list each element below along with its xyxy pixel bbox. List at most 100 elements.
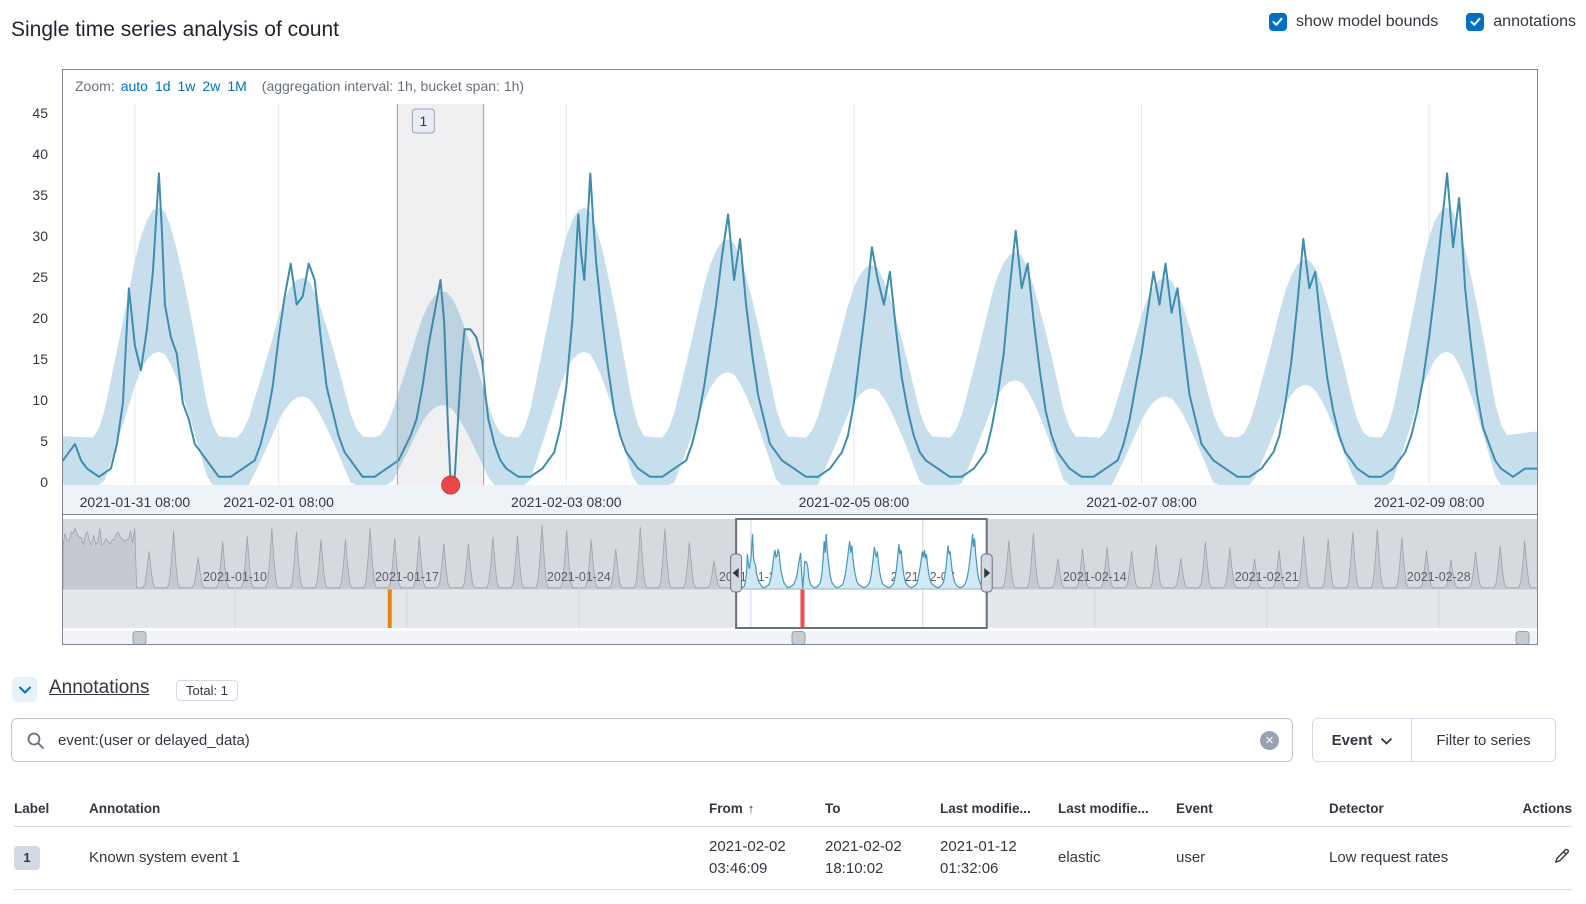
column-header-label: To — [825, 801, 841, 816]
zoom-option-auto[interactable]: auto — [121, 78, 148, 94]
column-header-last-modifie-[interactable]: Last modifie... — [1058, 801, 1176, 816]
y-tick-label: 30 — [0, 228, 48, 244]
annotation-label-badge: 1 — [14, 846, 40, 870]
annotations-search-input[interactable] — [56, 731, 1252, 750]
page-title: Single time series analysis of count — [11, 18, 339, 42]
context-tick-label: 2021-02-21 — [1235, 570, 1299, 584]
scrollbar-thumb[interactable] — [792, 632, 805, 645]
context-tick-label: 2021-02-14 — [1063, 570, 1127, 584]
column-header-label: Detector — [1329, 801, 1384, 816]
annotation-band-label-text: 1 — [419, 113, 427, 129]
annotation-text: Known system event 1 — [89, 849, 709, 866]
column-header-label: Annotation — [89, 801, 160, 816]
zoom-option-1M[interactable]: 1M — [227, 78, 246, 94]
y-tick-label: 0 — [0, 474, 48, 490]
y-tick-label: 5 — [0, 433, 48, 449]
checkbox-show-model-bounds[interactable]: show model bounds — [1269, 13, 1438, 31]
date-value: 2021-02-02 — [825, 836, 940, 858]
column-header-from[interactable]: From ↑ — [709, 801, 825, 816]
close-icon: ✕ — [1265, 734, 1274, 747]
annotations-filter-group: Event Filter to series — [1312, 718, 1556, 762]
pencil-icon — [1553, 848, 1570, 865]
time-value: 01:32:06 — [940, 858, 1058, 880]
column-header-label: Label — [14, 801, 49, 816]
zoom-label: Zoom: — [75, 78, 115, 94]
event-filter-button[interactable]: Event — [1313, 719, 1412, 761]
last_modified-cell: 2021-01-1201:32:06 — [940, 836, 1058, 880]
detector-cell: Low request rates — [1329, 849, 1504, 866]
time-series-chart[interactable]: 1 2021-01-31 08:00 2021-02-01 08:00 2021-02… — [63, 70, 1537, 644]
column-header-label: Event — [1176, 801, 1213, 816]
filter-to-series-button[interactable]: Filter to series — [1412, 719, 1555, 761]
search-icon — [26, 731, 46, 756]
column-header-label: From — [709, 801, 743, 816]
checkbox-label: annotations — [1493, 13, 1576, 31]
column-header-annotation[interactable]: Annotation — [89, 801, 709, 816]
zoom-controls: Zoom: auto1d1w2w1M (aggregation interval… — [63, 70, 524, 102]
time-value: 03:46:09 — [709, 858, 825, 880]
anomaly-marker[interactable] — [442, 476, 460, 494]
context-annotation-marker[interactable] — [800, 589, 804, 628]
checkbox-checked-icon — [1466, 13, 1484, 31]
annotations-table: Label Annotation From ↑ To Last modifie... Las… — [14, 795, 1572, 890]
column-header-label: Actions — [1522, 801, 1572, 816]
annotations-section-title[interactable]: Annotations — [49, 677, 149, 699]
context-tick-label: 2021-02-28 — [1407, 570, 1471, 584]
column-header-label: Last modifie... — [940, 801, 1031, 816]
column-header-detector[interactable]: Detector — [1329, 801, 1504, 816]
context-tick-label: 2021-01-24 — [547, 570, 611, 584]
time-value: 18:10:02 — [825, 858, 940, 880]
chevron-down-icon — [19, 682, 31, 697]
scrollbar-thumb[interactable] — [1516, 632, 1529, 645]
x-tick-label: 2021-02-07 08:00 — [1086, 494, 1197, 510]
column-header-label: Last modifie... — [1058, 801, 1149, 816]
zoom-option-2w[interactable]: 2w — [202, 78, 220, 94]
checkbox-annotations[interactable]: annotations — [1466, 13, 1576, 31]
x-tick-label: 2021-01-31 08:00 — [80, 494, 191, 510]
edit-annotation-button[interactable] — [1551, 846, 1572, 870]
checkbox-label: show model bounds — [1296, 13, 1438, 31]
column-header-last-modifie-[interactable]: Last modifie... — [940, 801, 1058, 816]
annotations-collapse-button[interactable] — [12, 677, 37, 702]
context-tick-label: 2021-01-17 — [375, 570, 439, 584]
annotations-table-body: 1Known system event 12021-02-0203:46:092… — [14, 827, 1572, 890]
zoom-option-1w[interactable]: 1w — [178, 78, 196, 94]
x-tick-label: 2021-02-01 08:00 — [223, 494, 334, 510]
annotations-search-box: ✕ — [11, 718, 1293, 762]
date-value: 2021-02-02 — [709, 836, 825, 858]
y-tick-label: 10 — [0, 392, 48, 408]
model-bounds-area — [63, 208, 1537, 486]
sort-ascending-icon: ↑ — [748, 801, 755, 816]
scrollbar-thumb[interactable] — [133, 632, 146, 645]
y-tick-label: 25 — [0, 269, 48, 285]
zoom-links: auto 1d 1w 2w 1M — [121, 78, 254, 94]
chevron-down-icon — [1381, 732, 1392, 749]
column-header-event[interactable]: Event — [1176, 801, 1329, 816]
context-tick-label: 2021-01-10 — [203, 570, 267, 584]
y-tick-label: 40 — [0, 146, 48, 162]
y-tick-label: 20 — [0, 310, 48, 326]
clear-search-button[interactable]: ✕ — [1260, 731, 1279, 750]
column-header-label[interactable]: Label — [14, 801, 89, 816]
context-annotation-marker[interactable] — [388, 589, 392, 628]
single-metric-viewer: Single time series analysis of count sho… — [0, 0, 1586, 904]
checkbox-checked-icon — [1269, 13, 1287, 31]
from-cell: 2021-02-0203:46:09 — [709, 836, 825, 880]
x-tick-label: 2021-02-03 08:00 — [511, 494, 622, 510]
column-header-to[interactable]: To — [825, 801, 940, 816]
annotations-total-badge: Total: 1 — [176, 680, 238, 701]
time-series-chart-panel: Zoom: auto1d1w2w1M (aggregation interval… — [62, 69, 1538, 645]
y-tick-label: 35 — [0, 187, 48, 203]
y-tick-label: 15 — [0, 351, 48, 367]
event-filter-label: Event — [1332, 732, 1373, 749]
column-header-actions[interactable]: Actions — [1504, 801, 1572, 816]
annotation-band[interactable] — [397, 104, 483, 485]
annotations-table-header: Label Annotation From ↑ To Last modifie... Las… — [14, 795, 1572, 827]
to-cell: 2021-02-0218:10:02 — [825, 836, 940, 880]
table-row[interactable]: 1Known system event 12021-02-0203:46:092… — [14, 827, 1572, 890]
x-tick-label: 2021-02-05 08:00 — [799, 494, 910, 510]
y-tick-label: 45 — [0, 105, 48, 121]
chart-options: show model bounds annotations — [1269, 13, 1576, 31]
zoom-option-1d[interactable]: 1d — [155, 78, 171, 94]
date-value: 2021-01-12 — [940, 836, 1058, 858]
